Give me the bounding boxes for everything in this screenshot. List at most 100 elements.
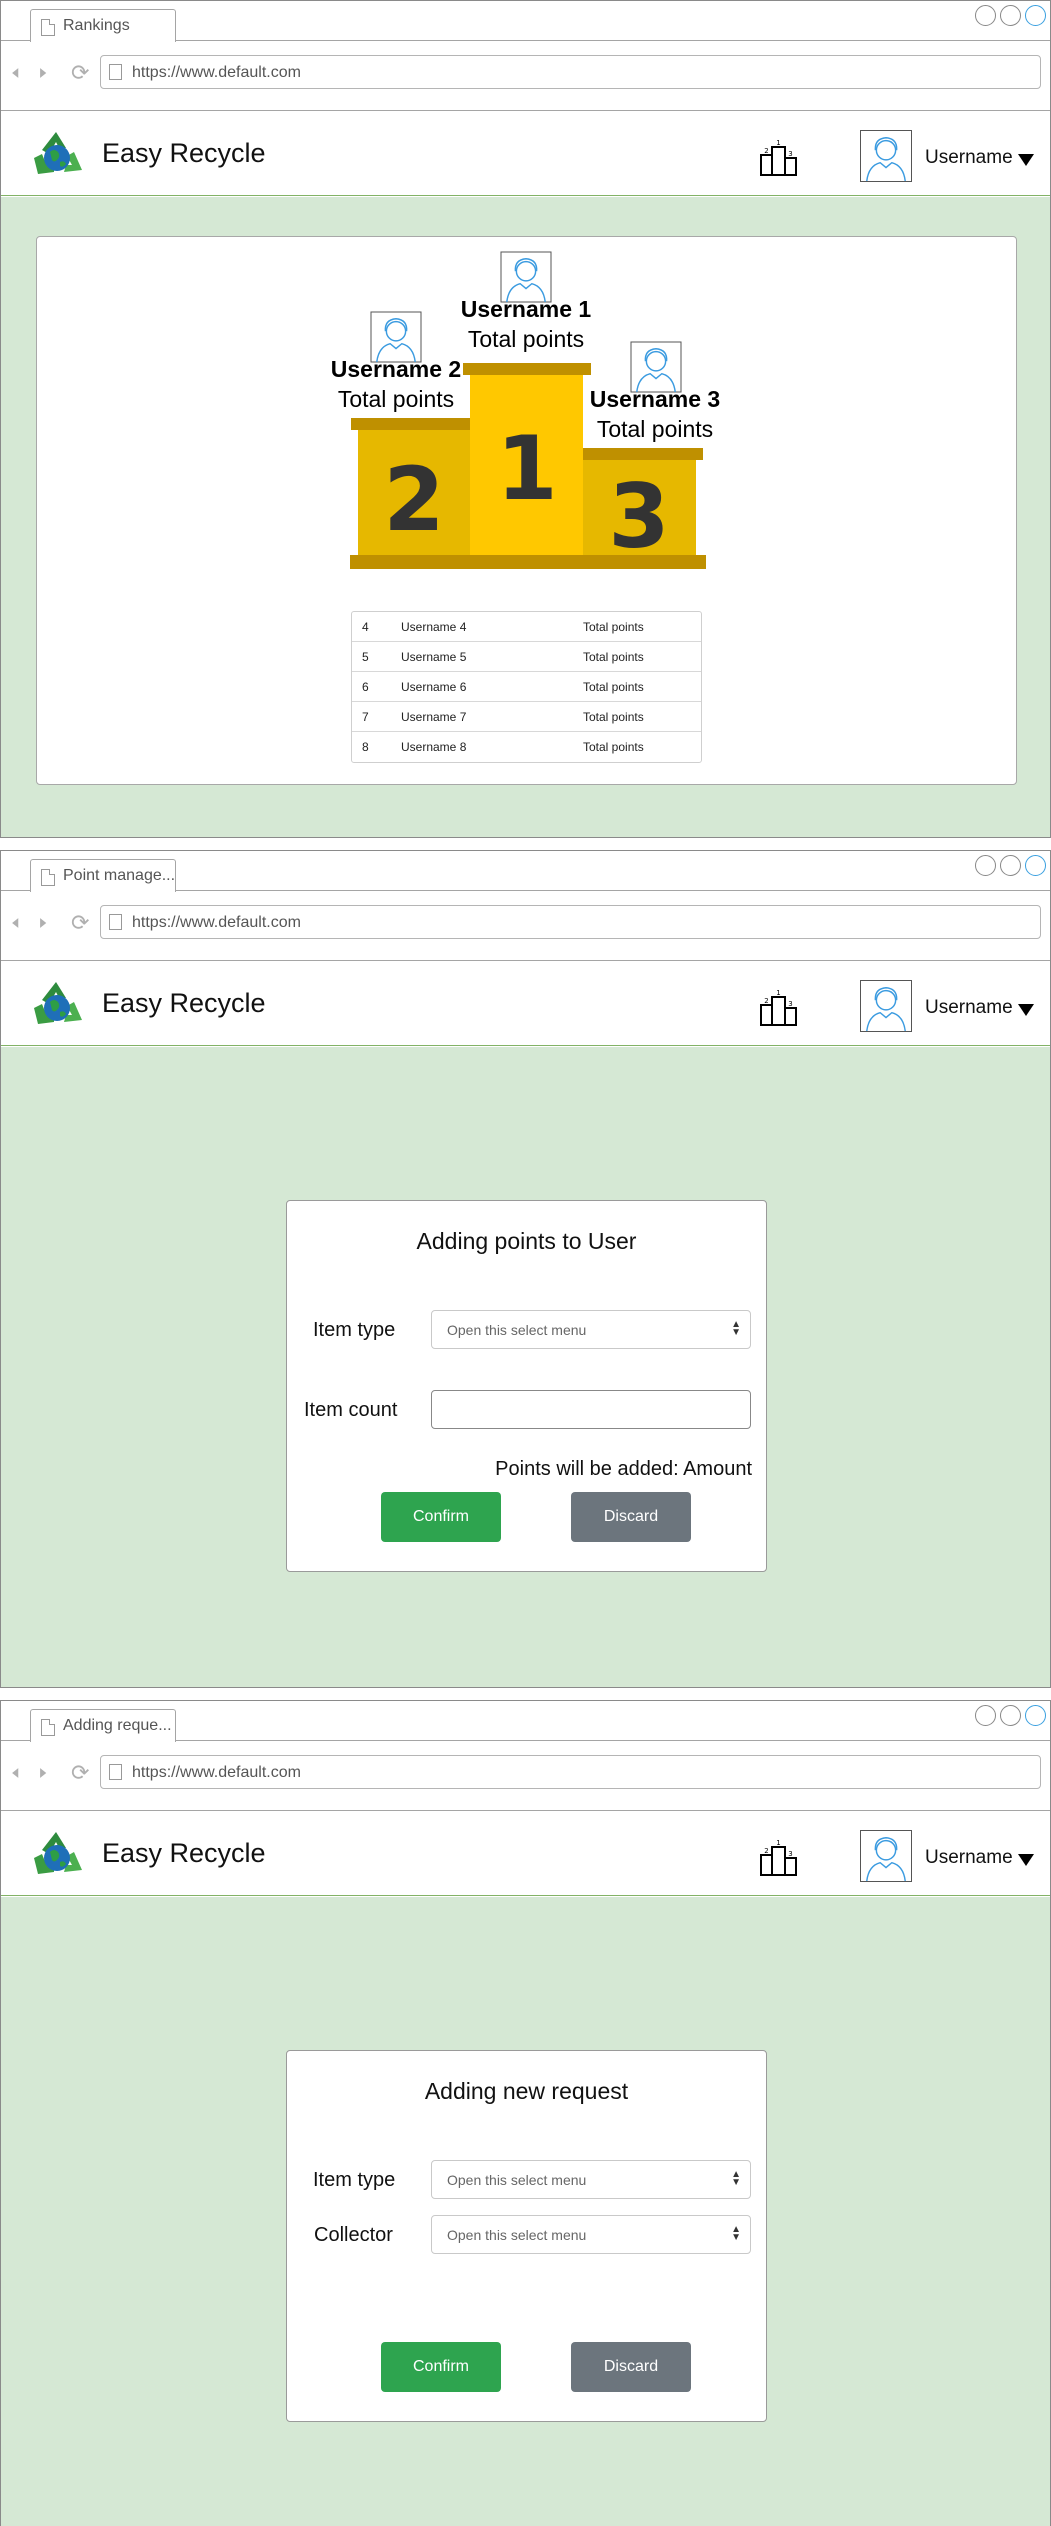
select-value: Open this select menu: [447, 2172, 587, 2188]
podium-number-third: 3: [608, 465, 669, 568]
caret-down-icon[interactable]: [1018, 1004, 1034, 1016]
app-header: Easy Recycle Username: [1, 1811, 1050, 1896]
dialog-title: Adding points to User: [416, 1228, 637, 1254]
url-text: https://www.default.com: [132, 914, 301, 931]
browser-window-point-management: Point manage... 🢐 🢒 ⟳ https://www.defaul…: [0, 850, 1051, 1688]
add-request-dialog: Adding new request Item type Open this s…: [286, 2050, 767, 2422]
row-points: Total points: [583, 740, 644, 754]
podium-rankings-icon[interactable]: [759, 138, 799, 176]
tab-title: Adding reque...: [63, 1717, 172, 1734]
recycle-globe-logo-icon[interactable]: [30, 980, 82, 1030]
podium-second-points: Total points: [337, 386, 455, 412]
close-button[interactable]: [1025, 855, 1046, 876]
minimize-button[interactable]: [975, 5, 996, 26]
brand-name[interactable]: Easy Recycle: [102, 138, 266, 169]
recycle-globe-logo-icon[interactable]: [30, 130, 82, 180]
reload-icon[interactable]: ⟳: [71, 1762, 89, 1784]
browser-tab[interactable]: Point manage...: [30, 859, 176, 892]
forward-arrow-icon[interactable]: 🢒: [39, 62, 47, 84]
user-avatar-icon[interactable]: [860, 1830, 912, 1882]
close-button[interactable]: [1025, 1705, 1046, 1726]
main-content: 2 1 3 Username 1 Total points Username 2…: [1, 197, 1050, 837]
url-input[interactable]: https://www.default.com: [100, 1755, 1041, 1789]
brand-name[interactable]: Easy Recycle: [102, 1838, 266, 1869]
back-arrow-icon[interactable]: 🢐: [11, 1762, 19, 1784]
row-username: Username 5: [401, 650, 467, 664]
app-header: Easy Recycle Username: [1, 111, 1050, 196]
row-username: Username 6: [401, 680, 467, 694]
url-input[interactable]: https://www.default.com: [100, 905, 1041, 939]
confirm-button[interactable]: Confirm: [381, 2342, 501, 2392]
maximize-button[interactable]: [1000, 1705, 1021, 1726]
podium-third-points: Total points: [596, 416, 714, 442]
podium-first-points: Total points: [467, 326, 585, 352]
item-type-select[interactable]: Open this select menu ▲ ▼: [431, 1310, 751, 1349]
caret-down-icon[interactable]: [1018, 154, 1034, 166]
main-content: Adding points to User Item type Open thi…: [1, 1047, 1050, 1687]
confirm-button[interactable]: Confirm: [381, 1492, 501, 1542]
row-username: Username 4: [401, 620, 467, 634]
recycle-globe-logo-icon[interactable]: [30, 1830, 82, 1880]
maximize-button[interactable]: [1000, 5, 1021, 26]
browser-window-adding-request: Adding reque... 🢐 🢒 ⟳ https://www.defaul…: [0, 1700, 1051, 2526]
rankings-table: 4 Username 4 Total points 5 Username 5 T…: [351, 611, 702, 763]
minimize-button[interactable]: [975, 855, 996, 876]
points-preview-text: Points will be added: Amount: [495, 1458, 752, 1480]
tab-strip: Adding reque...: [1, 1701, 1050, 1742]
row-points: Total points: [583, 620, 644, 634]
podium-rankings-icon[interactable]: [759, 988, 799, 1026]
maximize-button[interactable]: [1000, 855, 1021, 876]
user-avatar-icon[interactable]: [860, 130, 912, 182]
tab-title: Point manage...: [63, 867, 176, 884]
row-rank: 4: [362, 620, 369, 634]
minimize-button[interactable]: [975, 1705, 996, 1726]
item-count-input[interactable]: [431, 1390, 751, 1429]
rankings-card: 2 1 3 Username 1 Total points Username 2…: [36, 236, 1017, 785]
table-row[interactable]: 4 Username 4 Total points: [352, 612, 701, 642]
item-type-select[interactable]: Open this select menu ▲ ▼: [431, 2160, 751, 2199]
podium-rankings-icon[interactable]: [759, 1838, 799, 1876]
select-value: Open this select menu: [447, 1322, 587, 1338]
table-row[interactable]: 8 Username 8 Total points: [352, 732, 701, 762]
table-row[interactable]: 5 Username 5 Total points: [352, 642, 701, 672]
window-controls: [975, 855, 1046, 876]
page-icon: [109, 1764, 122, 1780]
tab-strip: Rankings: [1, 1, 1050, 42]
item-type-label: Item type: [313, 2169, 396, 2191]
page-icon: [109, 64, 122, 80]
username-label[interactable]: Username: [925, 147, 1013, 169]
window-controls: [975, 1705, 1046, 1726]
collector-select[interactable]: Open this select menu ▲ ▼: [431, 2215, 751, 2254]
back-arrow-icon[interactable]: 🢐: [11, 62, 19, 84]
dialog-title: Adding new request: [424, 2078, 629, 2104]
table-row[interactable]: 6 Username 6 Total points: [352, 672, 701, 702]
row-points: Total points: [583, 680, 644, 694]
address-bar: 🢐 🢒 ⟳ https://www.default.com: [1, 42, 1050, 111]
back-arrow-icon[interactable]: 🢐: [11, 912, 19, 934]
row-rank: 5: [362, 650, 369, 664]
username-label[interactable]: Username: [925, 1847, 1013, 1869]
reload-icon[interactable]: ⟳: [71, 62, 89, 84]
page-icon: [41, 869, 55, 886]
item-count-label: Item count: [304, 1399, 398, 1421]
browser-tab[interactable]: Adding reque...: [30, 1709, 176, 1742]
username-label[interactable]: Username: [925, 997, 1013, 1019]
user-avatar-icon[interactable]: [860, 980, 912, 1032]
forward-arrow-icon[interactable]: 🢒: [39, 912, 47, 934]
forward-arrow-icon[interactable]: 🢒: [39, 1762, 47, 1784]
reload-icon[interactable]: ⟳: [71, 912, 89, 934]
discard-button[interactable]: Discard: [571, 1492, 691, 1542]
address-bar: 🢐 🢒 ⟳ https://www.default.com: [1, 892, 1050, 961]
browser-tab[interactable]: Rankings: [30, 9, 176, 42]
select-value: Open this select menu: [447, 2227, 587, 2243]
caret-down-icon[interactable]: [1018, 1854, 1034, 1866]
url-input[interactable]: https://www.default.com: [100, 55, 1041, 89]
table-row[interactable]: 7 Username 7 Total points: [352, 702, 701, 732]
close-button[interactable]: [1025, 5, 1046, 26]
tab-title: Rankings: [63, 17, 130, 34]
select-arrows-icon: ▲ ▼: [731, 2169, 741, 2188]
collector-label: Collector: [314, 2224, 393, 2246]
select-arrows-icon: ▲ ▼: [731, 2224, 741, 2243]
brand-name[interactable]: Easy Recycle: [102, 988, 266, 1019]
discard-button[interactable]: Discard: [571, 2342, 691, 2392]
